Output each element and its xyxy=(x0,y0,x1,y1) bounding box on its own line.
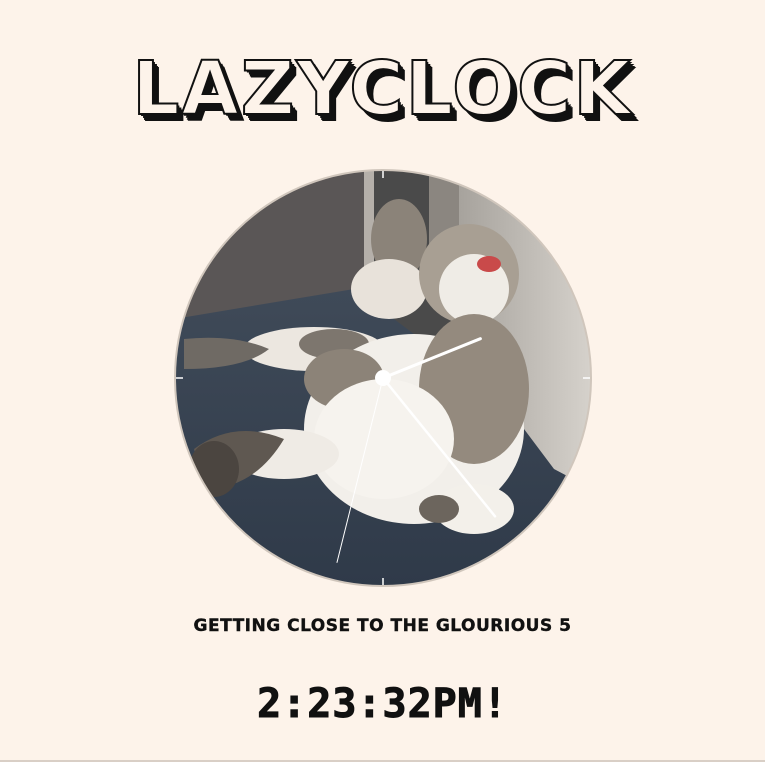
clock-face xyxy=(174,169,592,587)
clock-caption: GETTING CLOSE TO THE GLOURIOUS 5 xyxy=(193,616,572,636)
clock-center-pin xyxy=(375,370,391,386)
app-title: LAZYCLOCK xyxy=(131,46,633,132)
digital-time: 2:23:32PM! xyxy=(257,681,508,727)
